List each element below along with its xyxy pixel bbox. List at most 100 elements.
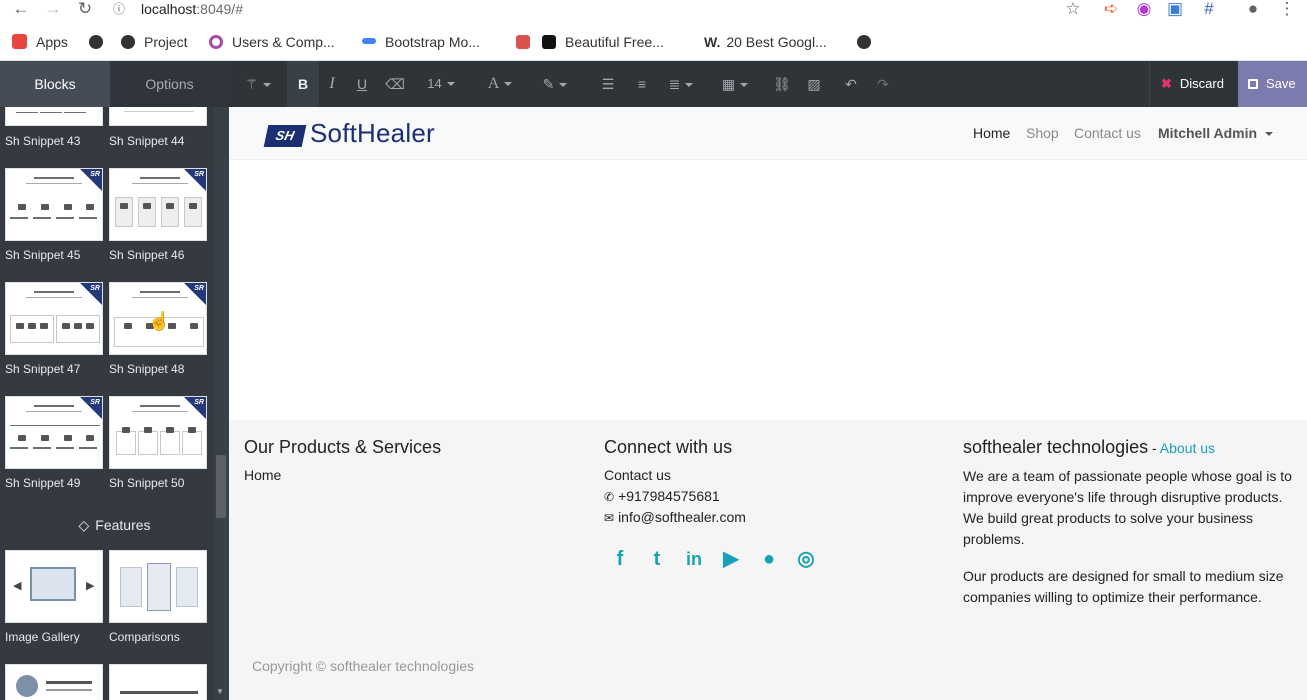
forward-icon[interactable]: → [40,0,66,20]
floppy-disk-icon [1248,79,1258,89]
facebook-icon[interactable]: f [608,548,632,570]
image-gallery-icon [30,567,76,601]
save-button[interactable]: Save [1238,61,1307,107]
unsplash-icon [542,35,556,49]
paint-brush-icon[interactable]: ✎ [535,61,575,107]
eraser-icon[interactable]: ⌫ [380,61,410,107]
features-label: Features [95,517,151,533]
discard-button[interactable]: ✖ Discard [1149,61,1238,107]
snippet-label: Image Gallery [5,630,80,644]
snippet-thumbnail[interactable]: SR ☝ [109,282,207,355]
phone-icon: ✆ [604,490,615,504]
nav-home[interactable]: Home [973,125,1010,141]
image-icon[interactable]: ▨ [800,61,828,107]
snippet-label: Sh Snippet 44 [109,134,185,148]
snippet-thumbnail[interactable] [109,107,207,126]
mdb-icon [362,38,376,44]
snippet-thumbnail[interactable]: ◀ ▶ [5,550,103,623]
numbered-list-icon[interactable]: ≡ [628,61,656,107]
bold-icon[interactable]: B [287,61,319,107]
bookmark-google[interactable]: W. 20 Best Googl... [704,33,827,51]
twitter-icon[interactable]: t [645,548,669,570]
about-paragraph-2: Our products are designed for small to m… [963,568,1284,605]
bookmark-label: Users & Comp... [232,34,335,50]
reload-icon[interactable]: ↻ [72,0,98,20]
scrollbar-thumb[interactable] [216,455,226,518]
snippet-label: Sh Snippet 43 [5,134,81,148]
bullet-list-icon[interactable]: ☰ [594,61,622,107]
bookmark-project[interactable]: Project [121,33,188,51]
nav-contact[interactable]: Contact us [1074,125,1141,141]
close-icon: ✖ [1161,76,1172,91]
logo-mark-icon: SH [263,125,307,147]
extension-icon[interactable]: # [1196,0,1222,20]
about-us-link[interactable]: About us [1160,440,1215,456]
globe-icon [89,35,103,49]
b-icon [516,35,530,49]
snippet-thumbnail[interactable]: SR [109,168,207,241]
bookmark-apps[interactable]: Apps [12,33,68,51]
youtube-icon[interactable]: ▶ [719,548,743,570]
snippet-thumbnail[interactable]: SR [5,282,103,355]
snippet-thumbnail[interactable] [5,664,103,700]
table-icon[interactable]: ▦ [716,61,754,107]
snippet-thumbnail[interactable] [109,550,207,623]
info-icon[interactable]: ⓘ [112,0,126,20]
bookmark-label: Bootstrap Mo... [385,34,480,50]
star-icon[interactable]: ☆ [1060,0,1086,20]
snippet-thumbnail[interactable] [109,664,207,700]
envelope-icon: ✉ [604,511,615,525]
footer-contact-link[interactable]: Contact us [604,465,671,486]
menu-icon[interactable]: ⋮ [1274,0,1300,20]
bookmark-bootstrap[interactable]: Bootstrap Mo... [362,33,480,51]
github-icon[interactable]: ● [757,548,781,570]
italic-icon[interactable]: I [319,61,345,107]
url-field[interactable]: localhost:8049/# [141,0,243,18]
snippet-thumbnail[interactable]: SR [5,396,103,469]
snippet-thumbnail[interactable]: SR [5,168,103,241]
phone-number: +917984575681 [618,488,720,504]
snippet-label: Sh Snippet 50 [109,476,185,490]
tab-blocks[interactable]: Blocks [0,61,110,107]
tab-options[interactable]: Options [110,61,229,107]
bookmark-label: Project [144,34,188,50]
snippet-thumbnail[interactable] [5,107,103,126]
nav-shop[interactable]: Shop [1026,125,1059,141]
bookmark-globe[interactable] [857,33,880,51]
link-icon[interactable]: ⛓ [768,61,796,107]
apps-icon [12,34,27,49]
circle-icon [209,35,223,49]
sidebar-scrollbar[interactable] [214,107,229,700]
nav-user-dropdown[interactable]: Mitchell Admin [1158,125,1274,141]
hand-cursor-icon: ☝ [148,311,171,331]
user-name: Mitchell Admin [1158,125,1258,141]
extension-icon[interactable]: ◉ [1131,0,1157,20]
w-icon: W. [704,34,721,50]
back-icon[interactable]: ← [8,0,34,20]
bookmark-label: Apps [36,34,68,50]
redo-icon[interactable]: ↷ [870,61,896,107]
extension-icon[interactable]: ▣ [1162,0,1188,20]
footer-home-link[interactable]: Home [244,465,281,486]
scroll-down-icon[interactable]: ▼ [216,687,224,696]
discard-label: Discard [1179,76,1224,91]
site-logo[interactable]: SH SoftHealer [263,118,435,150]
footer-about-heading: softhealer technologies - About us [963,437,1215,458]
font-size-dropdown[interactable]: 14 [420,61,462,107]
bookmark-beautiful[interactable]: Beautiful Free... [516,33,664,51]
align-icon[interactable]: ≣ [662,61,700,107]
underline-icon[interactable]: U [348,61,376,107]
email-address: info@softhealer.com [618,509,746,525]
snippet-thumbnail[interactable]: SR [109,396,207,469]
bookmark-globe[interactable] [89,33,112,51]
instagram-icon[interactable]: ◎ [794,548,818,570]
bookmark-users[interactable]: Users & Comp... [209,33,335,51]
logo-text: SoftHealer [310,118,435,148]
magic-wand-icon[interactable]: ⚚ [240,61,276,107]
globe-icon [857,35,871,49]
extension-icon[interactable]: ➪ [1098,0,1124,20]
undo-icon[interactable]: ↶ [838,61,864,107]
linkedin-icon[interactable]: in [682,548,706,570]
font-color-icon[interactable]: A [480,61,520,107]
account-icon[interactable]: ● [1240,0,1266,20]
